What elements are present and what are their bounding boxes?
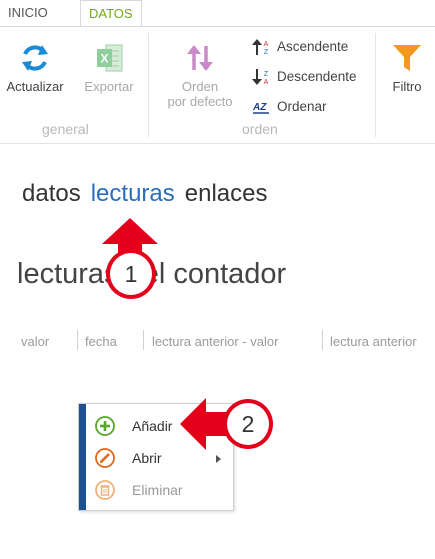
ascendente-label: Ascendente <box>277 39 349 54</box>
context-menu-accent-bar <box>79 404 86 510</box>
column-divider <box>322 330 323 350</box>
filtro-button[interactable]: Filtro <box>382 41 432 94</box>
svg-text:A: A <box>264 79 269 86</box>
column-divider <box>143 330 144 350</box>
actualizar-button[interactable]: Actualizar <box>2 41 68 94</box>
menu-item-eliminar-label: Eliminar <box>132 482 183 498</box>
menu-item-anadir-label: Añadir <box>132 418 173 434</box>
nav-lecturas[interactable]: lecturas <box>91 180 175 207</box>
submenu-arrow-icon <box>216 455 221 463</box>
sort-default-icon <box>187 45 213 71</box>
column-header-lectura-anterior-valor[interactable]: lectura anterior - valor <box>152 332 278 352</box>
ordenar-label: Ordenar <box>277 99 327 114</box>
sort-custom-icon: AZ <box>252 102 269 115</box>
orden-label-line2: por defecto <box>167 94 233 109</box>
delete-icon <box>95 480 115 500</box>
nav-datos[interactable]: datos <box>22 180 81 207</box>
column-header-lectura-anterior[interactable]: lectura anterior <box>330 332 417 352</box>
menu-item-abrir-label: Abrir <box>132 450 162 466</box>
group-orden-label: orden <box>242 121 278 137</box>
svg-text:AZ: AZ <box>252 102 267 113</box>
ribbon-separator <box>375 33 376 137</box>
filter-icon <box>393 45 421 71</box>
descendente-label: Descendente <box>277 69 357 84</box>
svg-text:A: A <box>264 41 269 48</box>
edit-pencil-icon <box>95 448 115 468</box>
exportar-label: Exportar <box>84 79 134 94</box>
tab-inicio[interactable]: INICIO <box>0 0 56 26</box>
exportar-button[interactable]: X Exportar <box>76 41 142 94</box>
group-general-label: general <box>42 121 89 137</box>
column-divider <box>77 330 78 350</box>
tab-datos[interactable]: DATOS <box>80 0 142 28</box>
callout-2-number: 2 <box>227 403 269 445</box>
ribbon-tabs: INICIO DATOS <box>0 0 435 28</box>
sort-descending-icon: Z A <box>252 69 269 86</box>
excel-icon: X <box>97 44 123 72</box>
menu-item-eliminar[interactable]: Eliminar <box>95 477 229 503</box>
actualizar-label: Actualizar <box>6 79 64 94</box>
callout-2: 2 <box>223 399 273 449</box>
nav-enlaces[interactable]: enlaces <box>185 180 268 207</box>
add-icon <box>95 416 115 436</box>
column-header-valor[interactable]: valor <box>21 332 49 352</box>
sort-ascending-icon: A Z <box>252 39 269 56</box>
section-nav: datos lecturas enlaces <box>22 180 278 208</box>
callout-1: 1 <box>106 249 156 299</box>
orden-por-defecto-button[interactable]: Orden por defecto <box>158 41 242 109</box>
svg-text:Z: Z <box>264 49 269 56</box>
filtro-label: Filtro <box>392 79 422 94</box>
ribbon-separator <box>148 33 149 137</box>
ribbon: Actualizar X Exportar general Orden por … <box>0 27 435 144</box>
column-header-fecha[interactable]: fecha <box>85 332 117 352</box>
ascendente-button[interactable]: A Z Ascendente <box>251 36 348 58</box>
svg-text:X: X <box>100 52 108 66</box>
callout-1-number: 1 <box>110 253 152 295</box>
orden-label-line1: Orden <box>181 79 219 94</box>
svg-text:Z: Z <box>264 71 269 78</box>
ordenar-button[interactable]: AZ Ordenar <box>251 96 327 118</box>
descendente-button[interactable]: Z A Descendente <box>251 66 357 88</box>
refresh-icon <box>22 45 48 71</box>
